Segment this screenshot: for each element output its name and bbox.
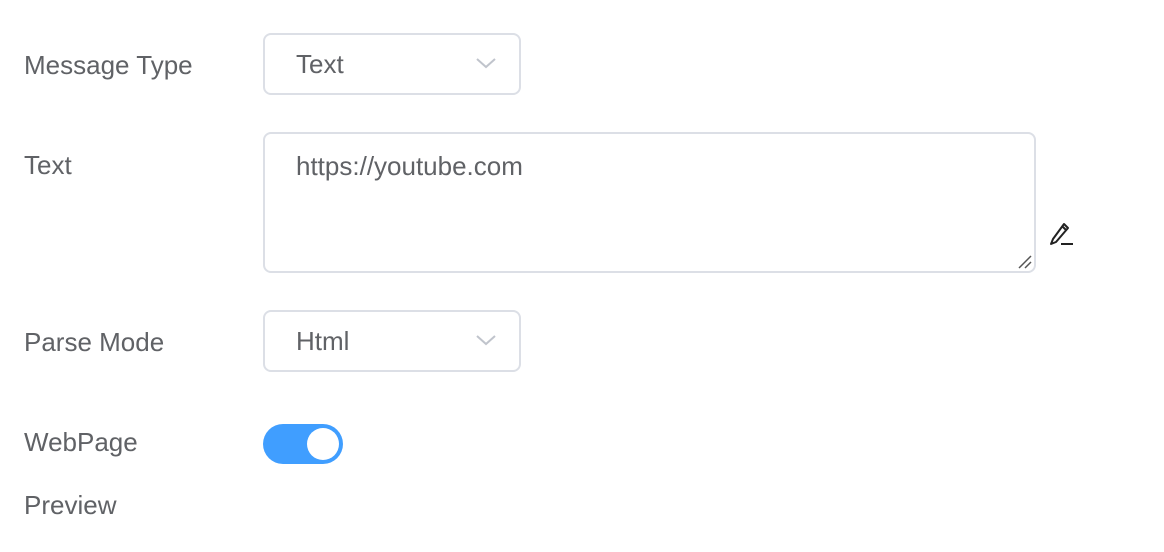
- webpage-preview-label-line2: Preview: [24, 490, 117, 520]
- webpage-preview-toggle[interactable]: [263, 424, 343, 464]
- toggle-knob: [307, 428, 339, 460]
- text-label: Text: [24, 150, 72, 180]
- text-textarea[interactable]: https://youtube.com: [263, 132, 1036, 273]
- message-type-select[interactable]: Text: [263, 33, 521, 95]
- resize-grip-icon[interactable]: [1016, 253, 1032, 269]
- message-type-value: Text: [296, 49, 344, 79]
- parse-mode-value: Html: [296, 326, 350, 356]
- message-type-label: Message Type: [24, 50, 193, 80]
- text-value: https://youtube.com: [296, 151, 523, 181]
- parse-mode-label: Parse Mode: [24, 327, 165, 357]
- chevron-down-icon: [476, 58, 496, 69]
- chevron-down-icon: [476, 335, 496, 346]
- parse-mode-select[interactable]: Html: [263, 310, 521, 372]
- pencil-icon[interactable]: [1047, 219, 1075, 247]
- webpage-preview-label-line1: WebPage: [24, 427, 138, 457]
- message-settings-form: Message Type Text Text https://youtube.c…: [0, 0, 1164, 552]
